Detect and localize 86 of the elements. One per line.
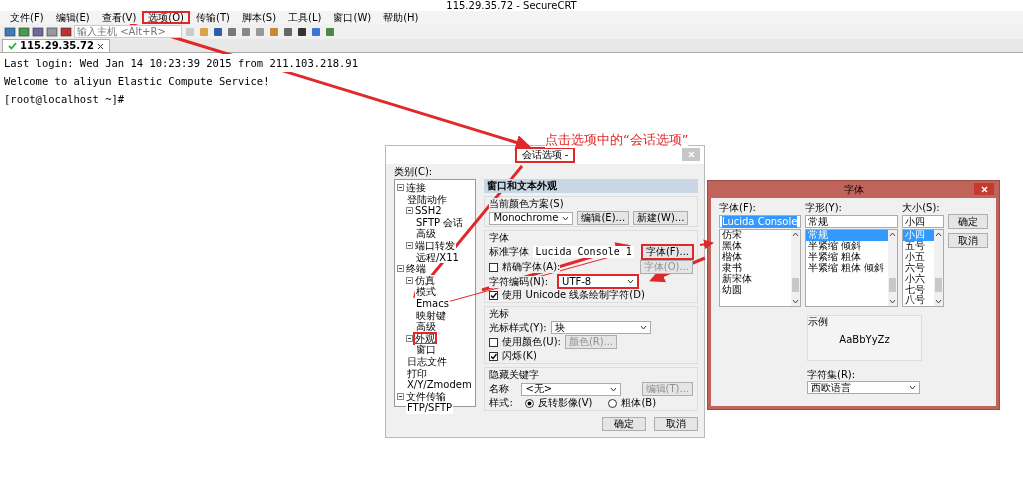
tree-item[interactable]: FTP/SFTP xyxy=(406,402,454,414)
scrollbar[interactable] xyxy=(790,230,800,306)
field-label: 字体(F): xyxy=(719,202,756,213)
button[interactable]: 取消 xyxy=(654,417,698,431)
field-label: 字形(Y): xyxy=(804,202,842,213)
checkbox-label: 闪烁(K) xyxy=(502,350,537,362)
tree-item[interactable]: 登陆动作 xyxy=(406,193,448,206)
button[interactable]: 确定 xyxy=(602,417,646,431)
radio-button[interactable] xyxy=(608,398,618,408)
tree-item[interactable]: 日志文件 xyxy=(406,355,448,368)
radio-button[interactable] xyxy=(524,398,534,408)
window-title: 115.29.35.72 - SecureCRT xyxy=(444,0,579,11)
caret-icon xyxy=(627,279,635,284)
tree-item[interactable]: 模式 xyxy=(415,286,437,298)
radio-label: 粗体(B) xyxy=(621,397,657,409)
tree-item[interactable]: 高级 xyxy=(415,321,437,333)
encoding-dropdown[interactable]: UTF-8 xyxy=(558,275,639,288)
scrollbar[interactable] xyxy=(888,230,898,306)
button[interactable]: 编辑(E)... xyxy=(577,211,630,225)
tree-item[interactable]: 高级 xyxy=(415,228,437,240)
radio-label: 反转影像(V) xyxy=(537,397,593,409)
tree-item[interactable]: 端口转发 xyxy=(414,239,456,252)
group-heading: 隐藏关键字 xyxy=(489,369,540,381)
category-label: 类别(C): xyxy=(394,166,433,177)
close-icon xyxy=(687,151,695,158)
collapse-icon[interactable] xyxy=(397,184,404,192)
field-label: 标准字体 xyxy=(489,246,530,258)
text-field[interactable]: 常规 xyxy=(804,215,899,228)
session-tab[interactable]: 115.29.35.72 xyxy=(2,39,111,52)
scrollbar[interactable] xyxy=(934,230,943,306)
section-heading: 窗口和文本外观 xyxy=(484,179,698,193)
checkbox[interactable] xyxy=(489,351,499,361)
group-heading: 字体 xyxy=(489,232,510,244)
tree-item[interactable]: X/Y/Zmodem xyxy=(406,379,473,391)
field-label: 大小(S): xyxy=(902,202,940,213)
dropdown[interactable]: <无> xyxy=(521,382,622,396)
checkbox[interactable] xyxy=(489,262,499,272)
tree-item[interactable]: 连接 xyxy=(405,182,427,194)
close-icon xyxy=(980,185,988,193)
collapse-icon[interactable] xyxy=(406,335,413,342)
check-icon xyxy=(8,42,17,50)
tree-item[interactable]: SSH2 xyxy=(414,205,443,217)
checkbox-label: 使用颜色(U): xyxy=(502,336,561,348)
checkbox-label: 使用 Unicode 线条绘制字符(D) xyxy=(502,289,645,301)
dialog-title: 字体 xyxy=(843,183,864,196)
annotation-text: 点击选项中的“会话选项” xyxy=(545,132,689,148)
caret-icon xyxy=(639,325,647,330)
font-name: Lucida Console 1 xyxy=(533,246,634,258)
field-label: 当前颜色方案(S) xyxy=(489,198,564,210)
collapse-icon[interactable] xyxy=(406,277,413,285)
button[interactable]: 新建(W)... xyxy=(633,211,689,225)
field-label: 名称 xyxy=(489,383,510,395)
button[interactable]: 确定 xyxy=(948,214,988,229)
tree-item[interactable]: 外观 xyxy=(414,332,436,345)
checkbox[interactable] xyxy=(489,337,499,347)
menu-item[interactable]: 选项(O) xyxy=(142,11,191,24)
collapse-icon[interactable] xyxy=(406,207,413,215)
caret-icon xyxy=(610,386,618,392)
collapse-icon[interactable] xyxy=(397,265,404,273)
button[interactable]: 取消 xyxy=(948,233,988,248)
arrow xyxy=(699,239,714,250)
dropdown[interactable]: 西欧语言 xyxy=(807,381,920,394)
checkbox[interactable] xyxy=(489,290,499,300)
sample-text: AaBbYyZz xyxy=(839,334,890,345)
tree-item[interactable]: 终端 xyxy=(405,263,427,275)
dropdown[interactable]: Monochrome xyxy=(489,211,574,225)
collapse-icon[interactable] xyxy=(406,242,413,250)
group-heading: 光标 xyxy=(489,308,510,320)
field-label: 样式: xyxy=(489,397,513,409)
close-button[interactable] xyxy=(974,183,994,195)
font-button[interactable]: 字体(F)... xyxy=(641,245,693,259)
field-label: 字符编码(N): xyxy=(489,275,549,288)
field-label: 字符集(R): xyxy=(807,369,856,380)
caret-icon xyxy=(562,215,570,221)
field-label: 光标样式(Y): xyxy=(489,321,547,334)
tree-item[interactable]: 窗口 xyxy=(415,344,437,356)
close-icon[interactable] xyxy=(97,42,105,50)
collapse-icon[interactable] xyxy=(397,393,404,400)
tree-item[interactable]: SFTP 会话 xyxy=(415,216,465,229)
text-field[interactable]: 小四 xyxy=(902,215,944,228)
host-field[interactable]: 输入主机 <Alt+R> xyxy=(74,25,182,38)
dropdown[interactable]: 块 xyxy=(550,321,651,334)
dialog-title: 会话选项 - xyxy=(515,148,575,162)
caret-icon xyxy=(909,385,916,390)
checkbox-label: 精确字体(A): xyxy=(502,261,561,273)
group-heading: 示例 xyxy=(808,316,828,327)
